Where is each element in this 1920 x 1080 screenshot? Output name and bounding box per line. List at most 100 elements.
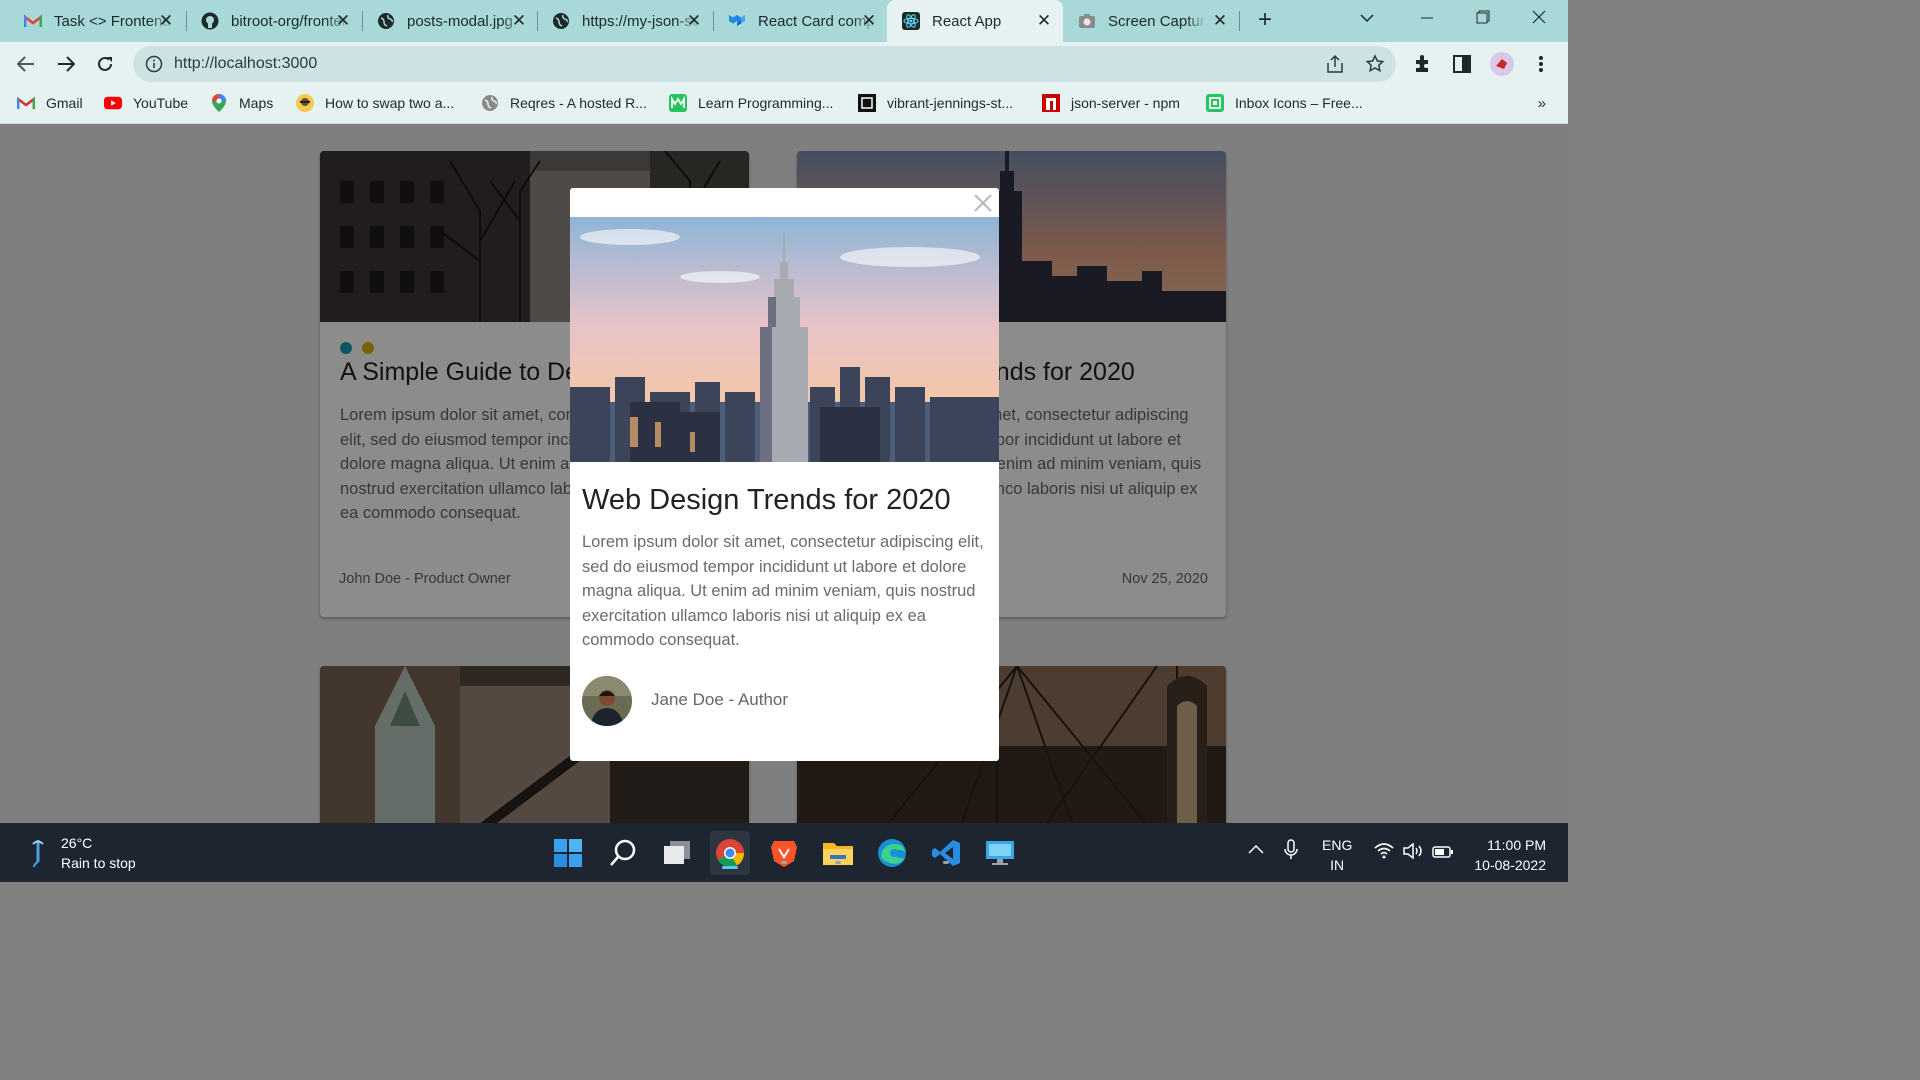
- close-icon[interactable]: [971, 191, 995, 215]
- info-icon[interactable]: [145, 55, 163, 73]
- address-bar[interactable]: http://localhost:3000: [133, 46, 1396, 82]
- volume-icon[interactable]: [1403, 842, 1423, 862]
- wifi-icon[interactable]: [1374, 843, 1394, 862]
- reload-icon[interactable]: [91, 50, 119, 78]
- close-icon[interactable]: ✕: [334, 12, 352, 30]
- edge-icon[interactable]: [875, 836, 909, 870]
- bookmark-learn-programming[interactable]: Learn Programming...: [669, 94, 833, 112]
- page-viewport: A Simple Guide to De Lorem ipsum dolor s…: [0, 125, 1568, 823]
- task-view-icon[interactable]: [660, 836, 694, 870]
- close-icon[interactable]: ✕: [157, 12, 175, 30]
- close-icon[interactable]: ✕: [1211, 12, 1229, 30]
- minimize-icon[interactable]: [1407, 6, 1447, 34]
- remote-desktop-icon[interactable]: [983, 836, 1017, 870]
- clock-time: 11:00 PM: [1487, 837, 1546, 853]
- bookmark-label: Reqres - A hosted R...: [510, 95, 647, 111]
- bookmark-youtube[interactable]: YouTube: [104, 94, 188, 112]
- tab-task-frontend[interactable]: Task <> Frontend ✕: [0, 0, 185, 42]
- close-icon[interactable]: ✕: [1035, 12, 1053, 30]
- language-indicator[interactable]: ENG IN: [1322, 835, 1352, 875]
- start-icon[interactable]: [551, 836, 585, 870]
- running-indicator: [781, 861, 787, 864]
- bookmark-maps[interactable]: Maps: [210, 94, 273, 112]
- show-hidden-icons-chevron-icon[interactable]: [1248, 841, 1264, 857]
- bookmark-label: Learn Programming...: [698, 95, 834, 111]
- restore-icon[interactable]: [1463, 6, 1503, 34]
- bookmark-label: Maps: [239, 95, 274, 111]
- profile-avatar-icon[interactable]: [1490, 52, 1514, 76]
- camera-icon: [1078, 12, 1096, 30]
- npm-icon: [1042, 94, 1060, 112]
- browser-toolbar: http://localhost:3000: [0, 42, 1568, 86]
- youtube-icon: [104, 94, 122, 112]
- tab-title: React App: [932, 12, 1002, 30]
- globe-icon: [552, 12, 570, 30]
- tab-screen-capture[interactable]: Screen Capture ✕: [1054, 0, 1239, 42]
- modal-author: Jane Doe - Author: [651, 690, 789, 709]
- tab-strip: Task <> Frontend ✕ bitroot-org/frontend …: [0, 0, 1568, 42]
- search-icon[interactable]: [606, 836, 640, 870]
- weather-temperature: 26°C: [61, 835, 93, 851]
- bookmark-star-icon[interactable]: [1365, 54, 1385, 74]
- back-icon[interactable]: [12, 50, 40, 78]
- microphone-icon[interactable]: [1284, 839, 1298, 864]
- share-icon[interactable]: [1325, 54, 1345, 74]
- tab-react-app[interactable]: React App ✕: [887, 0, 1063, 42]
- stackoverflow-avatar-icon: [296, 94, 314, 112]
- brave-icon[interactable]: [767, 836, 801, 870]
- close-window-icon[interactable]: [1519, 6, 1559, 34]
- bookmark-vibrant-jennings[interactable]: vibrant-jennings-st...: [858, 94, 1013, 112]
- modal-body: Lorem ipsum dolor sit amet, consectetur …: [582, 533, 984, 649]
- codesandbox-icon: [858, 94, 876, 112]
- close-icon[interactable]: ✕: [685, 12, 703, 30]
- battery-icon[interactable]: [1432, 845, 1454, 861]
- file-explorer-icon[interactable]: [821, 836, 855, 870]
- bookmark-label: vibrant-jennings-st...: [887, 95, 1014, 111]
- chrome-icon[interactable]: [710, 831, 750, 875]
- forward-icon[interactable]: [52, 50, 80, 78]
- bookmark-inbox-icons[interactable]: Inbox Icons – Free...: [1206, 94, 1363, 112]
- tab-separator: [1239, 11, 1240, 31]
- tab-posts-modal[interactable]: posts-modal.jpg ✕: [353, 0, 538, 42]
- bookmark-label: How to swap two a...: [325, 95, 455, 111]
- tab-title: Task <> Frontend: [54, 12, 171, 30]
- tab-react-card[interactable]: React Card component ✕: [704, 0, 888, 42]
- github-icon: [201, 12, 219, 30]
- new-tab-button[interactable]: +: [1252, 8, 1278, 34]
- react-icon: [902, 12, 920, 30]
- reqres-icon: [481, 94, 499, 112]
- bookmark-json-server-npm[interactable]: json-server - npm: [1042, 94, 1180, 112]
- language-code: ENG: [1322, 837, 1353, 853]
- maps-icon: [210, 94, 228, 112]
- tab-title: https://my-json-server: [582, 12, 700, 30]
- side-panel-icon[interactable]: [1450, 52, 1474, 76]
- tab-bitroot-github[interactable]: bitroot-org/frontend ✕: [177, 0, 362, 42]
- system-clock[interactable]: 11:00 PM 10-08-2022: [1474, 835, 1546, 875]
- vscode-icon[interactable]: [929, 836, 963, 870]
- modal-hero-image: [570, 217, 999, 462]
- extensions-icon[interactable]: [1411, 52, 1435, 76]
- more-bookmarks-icon[interactable]: »: [1538, 95, 1546, 112]
- weather-rain-icon[interactable]: [30, 838, 46, 868]
- gmail-icon: [24, 12, 42, 30]
- mui-icon: [728, 12, 746, 30]
- post-modal: Web Design Trends for 2020 Lorem ipsum d…: [570, 188, 999, 761]
- menu-kebab-icon[interactable]: [1529, 52, 1553, 76]
- bookmark-label: YouTube: [133, 95, 189, 111]
- globe-icon: [377, 12, 395, 30]
- tab-title: bitroot-org/frontend: [231, 12, 349, 30]
- bookmark-how-to-swap[interactable]: How to swap two a...: [296, 94, 454, 112]
- bookmark-gmail[interactable]: Gmail: [17, 94, 83, 112]
- bookmark-label: Gmail: [46, 95, 83, 111]
- windows-taskbar: 26°C Rain to stop ENG IN 11:00 PM 10-08-…: [0, 823, 1568, 882]
- modal-title: Web Design Trends for 2020: [582, 484, 951, 516]
- bookmark-reqres[interactable]: Reqres - A hosted R...: [481, 94, 647, 112]
- close-icon[interactable]: ✕: [510, 12, 528, 30]
- running-indicator: [835, 861, 841, 864]
- tab-search-chevron-icon[interactable]: [1360, 10, 1374, 26]
- close-icon[interactable]: ✕: [860, 12, 878, 30]
- tab-my-json-server[interactable]: https://my-json-server ✕: [528, 0, 713, 42]
- bookmark-label: Inbox Icons – Free...: [1235, 95, 1363, 111]
- author-avatar: [582, 676, 632, 726]
- running-indicator: [943, 861, 949, 864]
